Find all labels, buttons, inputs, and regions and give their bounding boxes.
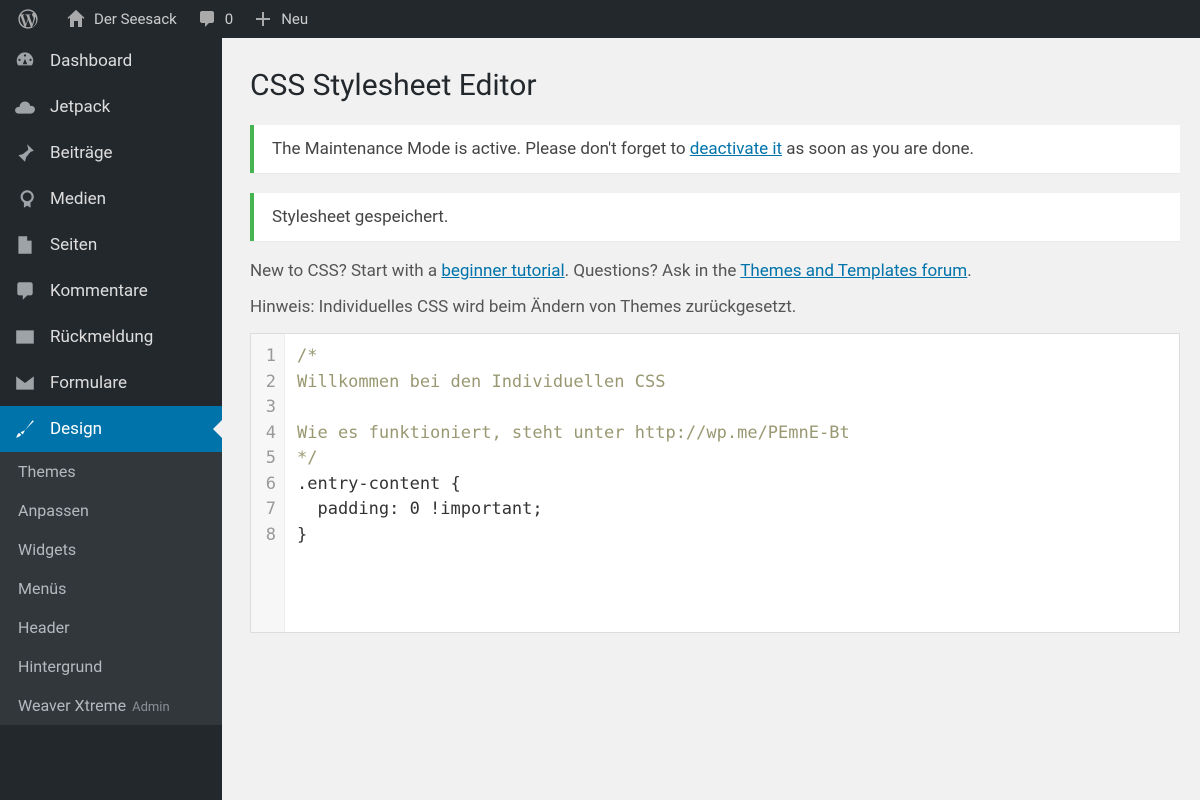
submenu-item-themes[interactable]: Themes	[0, 452, 222, 491]
css-editor[interactable]: 12345678 /*Willkommen bei den Individuel…	[250, 333, 1180, 633]
wordpress-logo-icon	[18, 9, 38, 29]
code-line: }	[297, 523, 1167, 549]
sidebar-item-label: Design	[50, 419, 102, 439]
sidebar-item-jetpack[interactable]: Jetpack	[0, 84, 222, 130]
feedback-icon	[14, 326, 36, 348]
page-title: CSS Stylesheet Editor	[250, 68, 1180, 103]
cloud-icon	[14, 96, 36, 118]
code-line: .entry-content {	[297, 472, 1167, 498]
line-number-gutter: 12345678	[251, 334, 285, 632]
line-number: 3	[259, 395, 276, 421]
comments-count: 0	[225, 10, 233, 28]
submenu-item-header[interactable]: Header	[0, 608, 222, 647]
sidebar-item-label: Jetpack	[50, 97, 110, 117]
line-number: 1	[259, 344, 276, 370]
sidebar-item-label: Beiträge	[50, 143, 113, 163]
code-line: /*	[297, 344, 1167, 370]
notice-text-pre: The Maintenance Mode is active. Please d…	[272, 139, 690, 159]
code-area[interactable]: /*Willkommen bei den Individuellen CSS Wi…	[285, 334, 1179, 632]
brush-icon	[14, 418, 36, 440]
submenu-item-anpassen[interactable]: Anpassen	[0, 491, 222, 530]
site-name-label: Der Seesack	[94, 10, 177, 28]
code-line: */	[297, 446, 1167, 472]
comment-icon	[14, 280, 36, 302]
dashboard-icon	[14, 50, 36, 72]
main-content: CSS Stylesheet Editor The Maintenance Mo…	[222, 38, 1200, 800]
submenu-admin-suffix: Admin	[132, 700, 170, 715]
site-home-link[interactable]: Der Seesack	[56, 0, 187, 38]
sidebar-item-dashboard[interactable]: Dashboard	[0, 38, 222, 84]
sidebar-item-label: Seiten	[50, 235, 97, 255]
beginner-tutorial-link[interactable]: beginner tutorial	[441, 261, 564, 281]
deactivate-link[interactable]: deactivate it	[690, 139, 782, 159]
sidebar-item-label: Rückmeldung	[50, 327, 153, 347]
notice-maintenance: The Maintenance Mode is active. Please d…	[250, 125, 1180, 173]
sidebar-item-kommentare[interactable]: Kommentare	[0, 268, 222, 314]
new-content-link[interactable]: Neu	[243, 0, 318, 38]
notice-saved: Stylesheet gespeichert.	[250, 193, 1180, 241]
themes-forum-link[interactable]: Themes and Templates forum	[740, 261, 967, 281]
submenu-item-weaver-xtreme[interactable]: Weaver XtremeAdmin	[0, 686, 222, 725]
sidebar-item-medien[interactable]: Medien	[0, 176, 222, 222]
design-submenu: ThemesAnpassenWidgetsMenüsHeaderHintergr…	[0, 452, 222, 725]
code-line: Wie es funktioniert, steht unter http://…	[297, 421, 1167, 447]
code-line	[297, 395, 1167, 421]
new-label: Neu	[281, 10, 308, 28]
line-number: 8	[259, 523, 276, 549]
line-number: 5	[259, 446, 276, 472]
mail-icon	[14, 372, 36, 394]
sidebar-item-label: Kommentare	[50, 281, 148, 301]
sidebar-item-beiträge[interactable]: Beiträge	[0, 130, 222, 176]
intro-paragraph: New to CSS? Start with a beginner tutori…	[250, 261, 1180, 281]
hint-paragraph: Hinweis: Individuelles CSS wird beim Änd…	[250, 297, 1180, 317]
comment-icon	[197, 9, 217, 29]
media-icon	[14, 188, 36, 210]
intro-pre: New to CSS? Start with a	[250, 261, 441, 281]
admin-sidebar: Dashboard Jetpack Beiträge Medien Seiten Komm…	[0, 38, 222, 800]
line-number: 4	[259, 421, 276, 447]
submenu-item-hintergrund[interactable]: Hintergrund	[0, 647, 222, 686]
notice-saved-text: Stylesheet gespeichert.	[272, 207, 448, 227]
page-icon	[14, 234, 36, 256]
sidebar-item-label: Medien	[50, 189, 106, 209]
line-number: 2	[259, 370, 276, 396]
intro-mid: . Questions? Ask in the	[565, 261, 741, 281]
intro-post: .	[967, 261, 971, 281]
sidebar-item-design[interactable]: Design	[0, 406, 222, 452]
plus-icon	[253, 9, 273, 29]
home-icon	[66, 9, 86, 29]
sidebar-item-label: Dashboard	[50, 51, 132, 71]
sidebar-item-label: Formulare	[50, 373, 127, 393]
comments-link[interactable]: 0	[187, 0, 243, 38]
sidebar-item-rückmeldung[interactable]: Rückmeldung	[0, 314, 222, 360]
notice-text-post: as soon as you are done.	[782, 139, 974, 159]
sidebar-item-formulare[interactable]: Formulare	[0, 360, 222, 406]
submenu-item-widgets[interactable]: Widgets	[0, 530, 222, 569]
submenu-item-menüs[interactable]: Menüs	[0, 569, 222, 608]
code-line: padding: 0 !important;	[297, 497, 1167, 523]
admin-bar: Der Seesack 0 Neu	[0, 0, 1200, 38]
wp-logo-button[interactable]	[8, 0, 56, 38]
line-number: 6	[259, 472, 276, 498]
line-number: 7	[259, 497, 276, 523]
pin-icon	[14, 142, 36, 164]
code-line: Willkommen bei den Individuellen CSS	[297, 370, 1167, 396]
sidebar-item-seiten[interactable]: Seiten	[0, 222, 222, 268]
